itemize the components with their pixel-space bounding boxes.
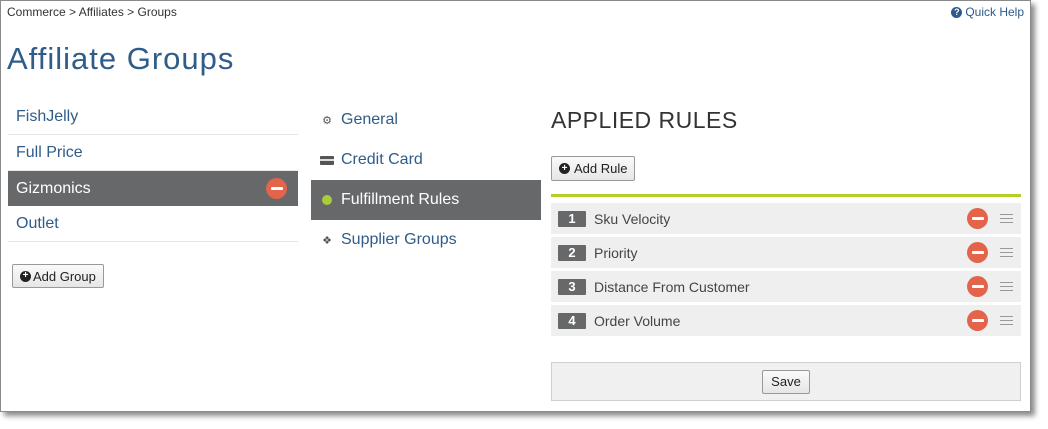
drag-handle-icon[interactable] <box>1000 282 1013 291</box>
add-group-button[interactable]: + Add Group <box>12 264 104 288</box>
gear-icon: ⚙ <box>322 114 332 127</box>
boxes-icon: ❖ <box>322 234 332 247</box>
settings-nav: ⚙ General Credit Card Fulfillment Rules … <box>311 100 541 260</box>
group-item-gizmonics[interactable]: Gizmonics <box>8 171 298 206</box>
nav-item-label: Credit Card <box>341 151 423 168</box>
nav-item-fulfillment-rules[interactable]: Fulfillment Rules <box>311 180 541 220</box>
rule-row[interactable]: 2 Priority <box>551 237 1021 268</box>
rule-name: Order Volume <box>594 312 681 329</box>
plus-circle-icon: + <box>559 163 570 174</box>
save-button[interactable]: Save <box>762 369 810 394</box>
nav-item-label: Fulfillment Rules <box>341 191 460 208</box>
drag-handle-icon[interactable] <box>1000 248 1013 257</box>
rule-row[interactable]: 1 Sku Velocity <box>551 203 1021 234</box>
page-title: Affiliate Groups <box>7 41 235 76</box>
rule-name: Distance From Customer <box>594 278 750 295</box>
rule-list: 1 Sku Velocity 2 Priority 3 Distance Fro… <box>551 203 1021 339</box>
group-item-label: Full Price <box>16 143 83 161</box>
remove-rule-icon[interactable] <box>967 310 988 331</box>
breadcrumb: Commerce > Affiliates > Groups <box>7 5 177 19</box>
rules-divider <box>551 194 1021 197</box>
applied-rules-heading: APPLIED RULES <box>551 107 738 133</box>
credit-card-icon <box>320 155 334 165</box>
rule-number-badge: 2 <box>558 244 586 261</box>
rule-number-badge: 4 <box>558 312 586 329</box>
group-item-label: FishJelly <box>16 107 79 125</box>
group-item-fishjelly[interactable]: FishJelly <box>8 99 298 135</box>
nav-item-general[interactable]: ⚙ General <box>311 100 541 140</box>
drag-handle-icon[interactable] <box>1000 214 1013 223</box>
rule-name: Sku Velocity <box>594 210 671 227</box>
remove-rule-icon[interactable] <box>967 276 988 297</box>
quick-help-label: Quick Help <box>965 5 1024 19</box>
add-group-label: Add Group <box>33 268 96 284</box>
globe-icon <box>320 195 334 205</box>
nav-item-label: Supplier Groups <box>341 231 457 248</box>
add-rule-button[interactable]: + Add Rule <box>551 156 636 181</box>
question-circle-icon: ? <box>951 6 963 18</box>
plus-circle-icon: + <box>20 270 31 282</box>
group-item-outlet[interactable]: Outlet <box>8 206 298 242</box>
rule-name: Priority <box>594 244 638 261</box>
group-item-full-price[interactable]: Full Price <box>8 135 298 171</box>
group-item-label: Gizmonics <box>16 179 91 197</box>
rule-number-badge: 1 <box>558 210 586 227</box>
remove-group-icon[interactable] <box>266 178 287 199</box>
rule-row[interactable]: 4 Order Volume <box>551 305 1021 336</box>
remove-rule-icon[interactable] <box>967 242 988 263</box>
rule-number-badge: 3 <box>558 278 586 295</box>
rule-row[interactable]: 3 Distance From Customer <box>551 271 1021 302</box>
save-bar: Save <box>551 362 1021 401</box>
app-window: Commerce > Affiliates > Groups ? Quick H… <box>0 0 1031 412</box>
remove-rule-icon[interactable] <box>967 208 988 229</box>
nav-item-label: General <box>341 111 398 128</box>
quick-help-link[interactable]: ? Quick Help <box>951 5 1024 19</box>
group-list: FishJelly Full Price Gizmonics Outlet <box>8 99 298 242</box>
group-item-label: Outlet <box>16 214 59 232</box>
nav-item-supplier-groups[interactable]: ❖ Supplier Groups <box>311 220 541 260</box>
nav-item-credit-card[interactable]: Credit Card <box>311 140 541 180</box>
add-rule-label: Add Rule <box>574 161 628 176</box>
drag-handle-icon[interactable] <box>1000 316 1013 325</box>
